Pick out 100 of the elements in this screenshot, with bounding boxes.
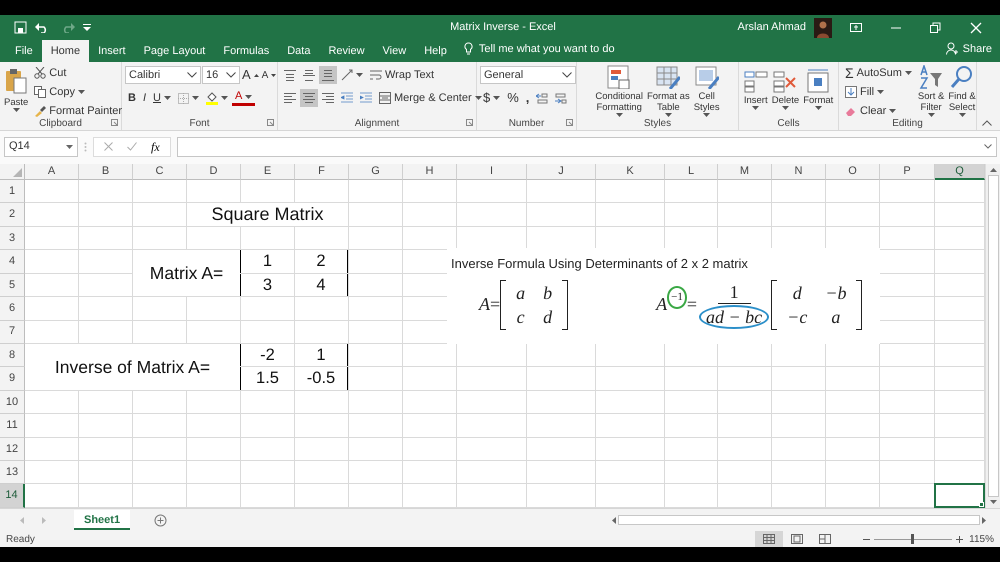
zoom-level[interactable]: 115%: [969, 532, 994, 546]
column-header[interactable]: F: [295, 164, 349, 180]
menu-tab[interactable]: Review: [319, 40, 374, 62]
dialog-launcher-icon[interactable]: [111, 119, 118, 126]
view-button[interactable]: [755, 531, 784, 547]
active-cell-cursor[interactable]: [934, 483, 985, 508]
insert-function-button[interactable]: fx: [151, 138, 160, 156]
paste-button[interactable]: Paste: [3, 64, 30, 116]
scroll-right-icon[interactable]: [982, 516, 986, 524]
menu-tab[interactable]: View: [374, 40, 416, 62]
row-header[interactable]: 14: [0, 484, 25, 508]
vertical-scrollbar[interactable]: [985, 164, 1000, 508]
close-icon[interactable]: [970, 22, 982, 34]
zoom-in-icon[interactable]: [956, 536, 964, 542]
cells-button[interactable]: Format: [802, 64, 834, 116]
comma-button[interactable]: ,: [522, 89, 532, 107]
italic-button[interactable]: I: [140, 89, 150, 107]
ribbon-display-icon[interactable]: [850, 22, 862, 34]
autosum-button[interactable]: Σ AutoSum: [842, 64, 915, 82]
column-header[interactable]: N: [772, 164, 826, 180]
row-header[interactable]: 2: [0, 203, 25, 227]
style-button[interactable]: Conditional Formatting: [594, 64, 644, 116]
column-header[interactable]: K: [596, 164, 665, 180]
row-header[interactable]: 9: [0, 367, 25, 391]
dialog-launcher-icon[interactable]: [466, 119, 473, 126]
column-header[interactable]: D: [187, 164, 241, 180]
sheet-tab[interactable]: Sheet1: [74, 510, 130, 530]
add-sheet-icon[interactable]: [154, 514, 168, 526]
scroll-up-icon[interactable]: [990, 168, 996, 172]
column-header[interactable]: M: [718, 164, 772, 180]
copy-button[interactable]: Copy: [31, 83, 126, 101]
share-button[interactable]: Share: [946, 40, 992, 62]
collapse-ribbon-icon[interactable]: [982, 120, 992, 126]
menu-tab[interactable]: Help: [415, 40, 456, 62]
row-header[interactable]: 10: [0, 390, 25, 414]
column-header[interactable]: B: [79, 164, 133, 180]
scroll-thumb[interactable]: [618, 515, 980, 525]
column-header[interactable]: L: [665, 164, 718, 180]
cells-button[interactable]: Delete: [770, 64, 800, 116]
column-header[interactable]: A: [25, 164, 79, 180]
save-icon[interactable]: [14, 21, 27, 34]
customize-caret-icon[interactable]: [83, 24, 91, 31]
editing-button[interactable]: Sort & Filter: [916, 64, 946, 116]
percent-button[interactable]: %: [504, 89, 522, 107]
conditional-format-icon: [607, 65, 632, 89]
cells-button[interactable]: Insert: [742, 64, 769, 116]
wrap-text-button[interactable]: Wrap Text: [367, 66, 438, 84]
cut-button[interactable]: Cut: [31, 64, 126, 82]
font-size-dropdown[interactable]: 16: [202, 66, 240, 84]
bold-button[interactable]: B: [125, 89, 139, 107]
expand-icon[interactable]: [984, 144, 992, 149]
column-header[interactable]: H: [403, 164, 457, 180]
tell-me-search[interactable]: Tell me what you want to do: [464, 40, 615, 62]
menu-tab[interactable]: File: [6, 40, 42, 62]
font-color-button[interactable]: A: [232, 90, 256, 106]
menu-tab[interactable]: Insert: [89, 40, 135, 62]
menu-tab[interactable]: Formulas: [214, 40, 278, 62]
style-button[interactable]: Cell Styles: [692, 64, 721, 116]
fill-button[interactable]: Fill: [842, 83, 915, 101]
row-header[interactable]: 6: [0, 297, 25, 321]
shrink-font-button[interactable]: A: [260, 66, 278, 84]
name-box[interactable]: Q14: [4, 136, 78, 156]
number-format-dropdown[interactable]: General: [480, 66, 576, 84]
row-header[interactable]: 11: [0, 414, 25, 438]
row-header[interactable]: 8: [0, 344, 25, 368]
row-header[interactable]: 1: [0, 180, 25, 204]
style-button[interactable]: Format as Table: [646, 64, 691, 116]
row-header[interactable]: 5: [0, 274, 25, 298]
restore-icon[interactable]: [930, 22, 942, 34]
align-button[interactable]: [300, 89, 318, 107]
column-header[interactable]: J: [527, 164, 596, 180]
row-header[interactable]: 3: [0, 226, 25, 250]
align-button[interactable]: [319, 66, 337, 84]
grow-font-button[interactable]: A: [241, 66, 260, 84]
scroll-thumb[interactable]: [988, 175, 998, 497]
menu-tab[interactable]: Page Layout: [134, 40, 214, 62]
column-header[interactable]: G: [349, 164, 403, 180]
row-header[interactable]: 13: [0, 461, 25, 484]
column-header[interactable]: C: [133, 164, 187, 180]
zoom-slider-thumb[interactable]: [910, 534, 914, 544]
dialog-launcher-icon[interactable]: [566, 119, 573, 126]
menu-tab[interactable]: Data: [278, 40, 320, 62]
scroll-down-icon[interactable]: [990, 500, 996, 504]
scroll-left-icon[interactable]: [612, 516, 616, 524]
menu-tab[interactable]: Home: [42, 40, 90, 62]
column-header[interactable]: Q: [935, 164, 985, 180]
row-header[interactable]: 4: [0, 250, 25, 274]
horizontal-scrollbar[interactable]: [612, 514, 986, 526]
editing-button[interactable]: Find & Select: [947, 64, 977, 116]
column-header[interactable]: O: [826, 164, 880, 180]
row-header[interactable]: 7: [0, 320, 25, 344]
dialog-launcher-icon[interactable]: [267, 119, 274, 126]
underline-button[interactable]: U: [150, 89, 174, 107]
formula-input[interactable]: [176, 136, 997, 156]
column-header[interactable]: E: [241, 164, 295, 180]
column-header[interactable]: P: [880, 164, 935, 180]
row-header[interactable]: 12: [0, 438, 25, 462]
font-name-dropdown[interactable]: Calibri: [125, 66, 201, 84]
chevron-icon: [562, 72, 572, 78]
column-header[interactable]: I: [457, 164, 527, 180]
